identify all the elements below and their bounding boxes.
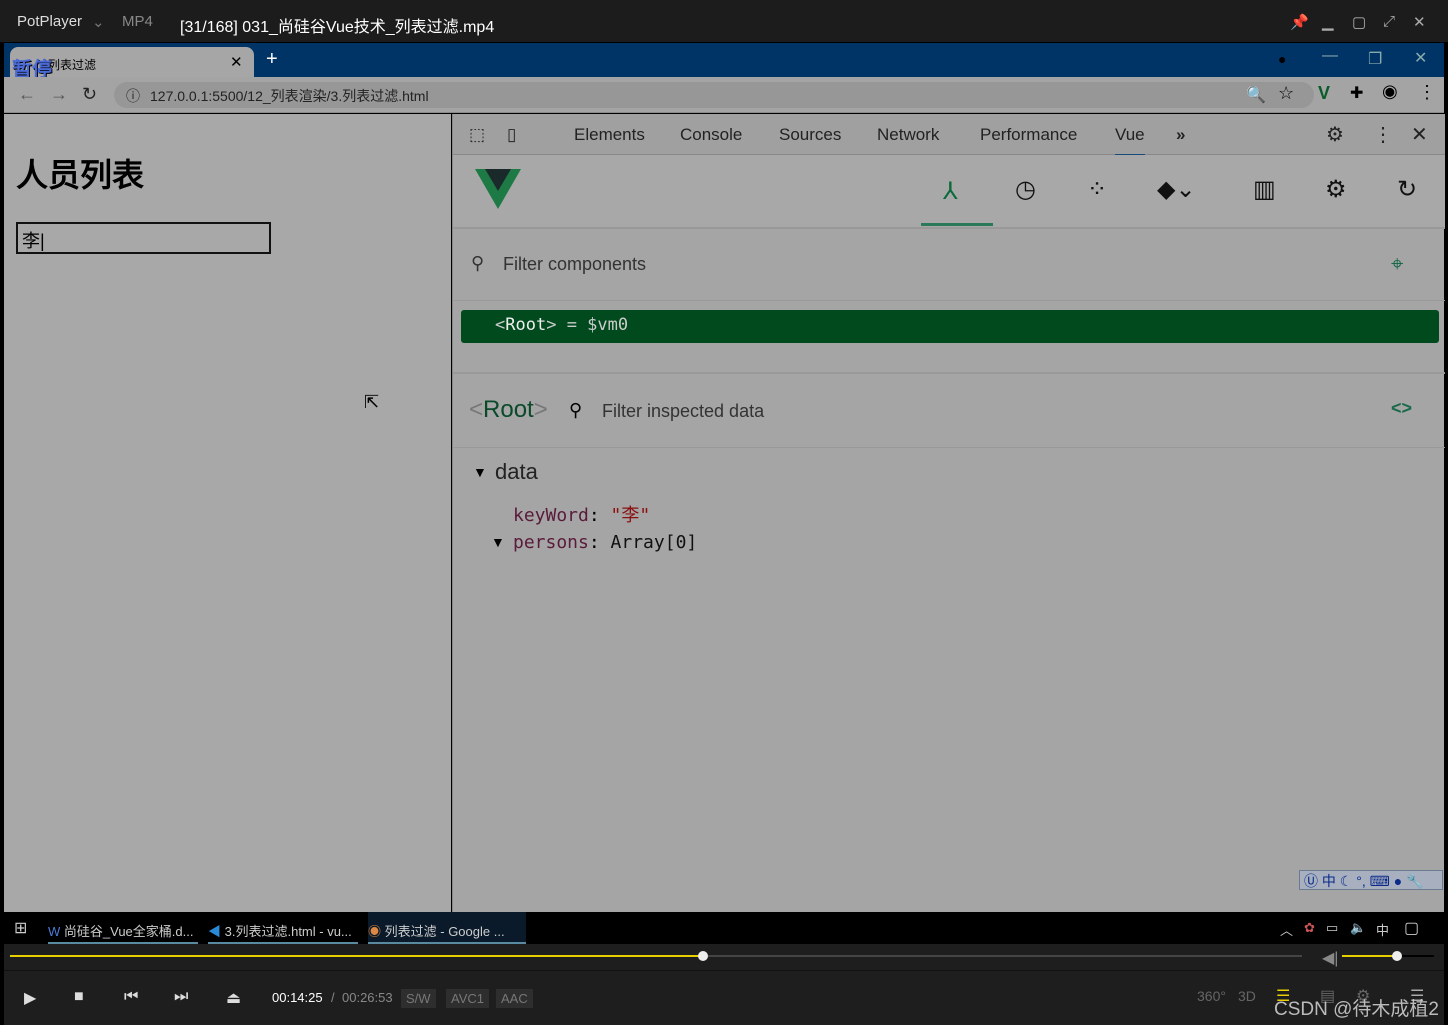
input-language[interactable]: 中 [1376,920,1389,939]
format-label: MP4 [122,13,153,30]
3d-button[interactable]: 3D [1238,988,1256,1004]
more-options-icon[interactable]: ⋮ [1373,122,1393,147]
components-icon[interactable]: ⅄ [943,177,958,206]
previous-icon[interactable]: ⏮ [124,988,138,1006]
tab-network[interactable]: Network [877,125,939,145]
next-icon[interactable]: ⏭ [174,988,188,1006]
reload-icon[interactable]: ↻ [82,84,97,105]
filter-components[interactable]: ⚲ Filter components ⌖ [453,231,1445,301]
tab-console[interactable]: Console [680,125,742,145]
settings-gear-icon[interactable]: ⚙ [1326,122,1344,147]
volume-tray-icon[interactable]: 🔈 [1350,920,1366,936]
mouse-cursor: ⇱ [364,392,380,412]
collapse-triangle-icon[interactable]: ▼ [473,464,487,480]
record-icon: ● [1278,51,1287,67]
devtools-panel: ⬚ ▯ Elements Console Sources Network Per… [452,114,1445,912]
refresh-icon[interactable]: ↻ [1397,175,1417,204]
tab-vue[interactable]: Vue [1115,125,1145,156]
more-tabs-icon[interactable]: » [1176,125,1185,145]
360-button[interactable]: 360° [1197,988,1226,1004]
router-icon[interactable]: ◆⌄ [1157,175,1196,204]
pin-icon[interactable]: 📌 [1290,13,1309,31]
back-icon[interactable]: ← [18,84,36,105]
devtools-tabs: ⬚ ▯ Elements Console Sources Network Per… [453,114,1445,156]
expand-triangle-icon[interactable]: ▼ [491,534,505,550]
vue-logo [475,169,521,209]
page-title: 人员列表 [16,157,145,193]
info-icon: ⓘ [126,88,140,104]
zoom-icon[interactable]: 🔍 [1246,85,1266,105]
open-source-code-icon[interactable]: <> [1391,398,1412,419]
fullscreen-icon[interactable]: ⤢ [1383,13,1395,30]
player-titlebar: PotPlayer ⌄ MP4 [31/168] 031_尚硅谷Vue技术_列表… [0,0,1448,42]
play-icon[interactable]: ▶ [24,988,36,1008]
notification-icon[interactable]: ▢ [1404,918,1419,938]
battery-icon[interactable]: ▭ [1326,920,1338,936]
tab-close-icon[interactable]: ✕ [230,53,243,71]
ime-toolbar[interactable]: Ⓤ 中 ☾ °, ⌨ ● 🔧 [1299,870,1443,890]
extensions-icon[interactable]: ✚ [1350,83,1363,103]
tray-app-icon[interactable]: ✿ [1304,920,1315,936]
tray-expand-icon[interactable]: ︿ [1280,920,1293,939]
taskbar-item-chrome[interactable]: ◉ 列表过滤 - Google ... [368,912,526,944]
address-bar: ← → ↻ ⓘ 127.0.0.1:5500/12_列表渲染/3.列表过滤.htm… [4,77,1444,113]
forward-icon[interactable]: → [50,84,68,105]
search-icon: ⚲ [569,400,583,420]
minimize-icon[interactable]: ▁ [1322,13,1334,31]
url-input[interactable]: ⓘ 127.0.0.1:5500/12_列表渲染/3.列表过滤.html [114,82,1314,108]
settings-icon[interactable]: ⚙ [1325,175,1347,204]
eject-icon[interactable]: ⏏ [226,988,241,1008]
tab-performance[interactable]: Performance [980,125,1077,145]
device-toolbar-icon[interactable]: ▯ [507,125,516,145]
badge-sw[interactable]: S/W [401,989,436,1008]
tab-title: 列表过滤 [48,58,97,72]
close-icon[interactable]: ✕ [1413,13,1426,31]
maximize-icon[interactable]: ▢ [1352,13,1366,31]
win-close-icon[interactable]: ✕ [1414,48,1427,68]
data-field-keyword: keyWord: "李" [513,505,651,526]
new-tab-icon[interactable]: + [266,48,278,71]
video-title: [31/168] 031_尚硅谷Vue技术_列表过滤.mp4 [180,19,495,36]
win-restore-icon[interactable]: ❐ [1368,49,1382,69]
component-tree-root[interactable]: <Root> = $vm0 [461,310,1439,343]
tab-sources[interactable]: Sources [779,125,841,145]
stop-icon[interactable]: ■ [74,988,84,1006]
bookmark-star-icon[interactable]: ☆ [1278,83,1294,104]
inspector-header: <Root> ⚲ Filter inspected data <> [453,372,1445,448]
mute-icon[interactable]: ◀| [1322,948,1338,968]
current-time: 00:14:25 [272,990,323,1005]
keyword-input[interactable]: 李| [16,222,271,254]
menu-icon[interactable]: ⋮ [1418,82,1436,103]
seek-handle[interactable] [697,951,708,961]
tab-elements[interactable]: Elements [574,125,645,145]
player-controls: ◀| ▶ ■ ⏮ ⏭ ⏏ 00:14:25 / 00:26:53 S/W AVC… [4,944,1444,1025]
taskbar-item-vscode[interactable]: ◀ 3.列表过滤.html - vu... [208,912,358,944]
vue-extension-icon[interactable]: V [1318,83,1330,104]
inspect-element-icon[interactable]: ⬚ [469,125,485,145]
data-section[interactable]: data [495,459,538,485]
player-brand-menu[interactable]: PotPlayer [17,13,82,30]
close-devtools-icon[interactable]: ✕ [1411,122,1428,147]
win-minimize-icon[interactable]: — [1322,47,1338,65]
data-field-persons[interactable]: persons: Array[0] [513,532,697,553]
windows-start-icon[interactable]: ⊞ [14,918,27,938]
performance-chart-icon[interactable]: ▥ [1253,175,1276,204]
vue-toolbar: ⅄ ◷ ⁘ ◆⌄ ▥ ⚙ ↻ [453,155,1445,229]
total-time: 00:26:53 [342,990,393,1005]
watermark: CSDN @待木成植2 [1274,999,1439,1020]
taskbar-item-word[interactable]: W 尚硅谷_Vue全家桶.d... [48,912,198,944]
search-icon: ⚲ [471,253,485,273]
vuex-icon[interactable]: ⁘ [1087,175,1107,204]
badge-audio-codec[interactable]: AAC [496,989,533,1008]
timeline-history-icon[interactable]: ◷ [1015,175,1036,204]
volume-handle[interactable] [1392,951,1403,961]
select-component-target-icon[interactable]: ⌖ [1391,251,1403,277]
browser-tabbar: 列表过滤 ✕ 暂停 + ● — ❐ ✕ [4,43,1444,81]
page-content: 人员列表 李| ⇱ [4,114,451,912]
taskbar: ⊞ W 尚硅谷_Vue全家桶.d... ◀ 3.列表过滤.html - vu..… [4,912,1444,944]
filter-inspected-input[interactable]: Filter inspected data [602,401,764,422]
badge-video-codec[interactable]: AVC1 [446,989,489,1008]
profile-avatar[interactable]: ◉ [1382,81,1398,102]
